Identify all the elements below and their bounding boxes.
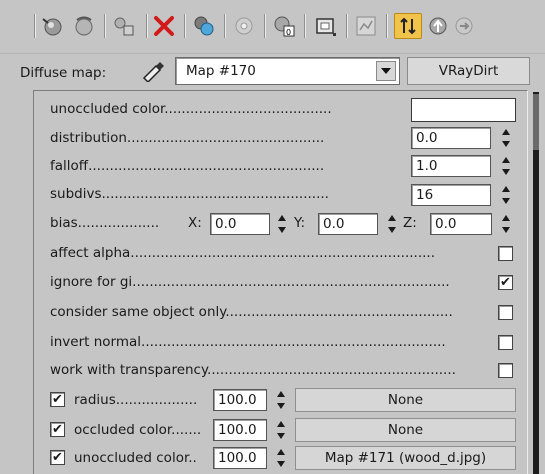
- unoccluded-color-map-label: unoccluded color..: [74, 450, 197, 466]
- svg-text:0: 0: [286, 28, 291, 37]
- work-with-transparency-row: work with transparency..................…: [50, 358, 490, 382]
- falloff-label: falloff.................................…: [50, 158, 325, 174]
- work-with-transparency-label: work with transparency..................…: [50, 362, 456, 378]
- map-type-label: VRayDirt: [438, 63, 499, 79]
- show-map-in-viewport-icon[interactable]: [394, 13, 422, 39]
- bias-row: bias................... X:: [50, 211, 215, 235]
- distribution-spinner[interactable]: [500, 127, 512, 149]
- affect-alpha-label: affect alpha............................…: [50, 245, 435, 261]
- show-end-result-icon[interactable]: [354, 14, 378, 38]
- toolbar-separator: [386, 14, 388, 38]
- occluded-color-map-label: None: [387, 422, 424, 438]
- bias-z-field[interactable]: 0.0: [430, 213, 492, 235]
- subdivs-row: subdivs.................................…: [50, 182, 410, 206]
- material-effects-channel-icon[interactable]: 0: [272, 14, 296, 38]
- delete-icon[interactable]: [152, 14, 176, 38]
- radius-checkbox[interactable]: ✔: [50, 392, 65, 407]
- eyedropper-icon[interactable]: [140, 56, 166, 84]
- toolbar-separator: [264, 14, 266, 38]
- bias-z-spinner[interactable]: [500, 213, 512, 235]
- toolbar-separator: [224, 14, 226, 38]
- radius-field[interactable]: 100.0: [213, 389, 267, 411]
- chevron-down-icon[interactable]: [376, 61, 396, 81]
- diffuse-map-dropdown[interactable]: Map #170: [175, 57, 400, 85]
- falloff-row: falloff.................................…: [50, 154, 410, 178]
- unoccluded-color-field[interactable]: 100.0: [213, 447, 267, 469]
- invert-normal-checkbox[interactable]: [498, 335, 513, 350]
- unoccluded-color-spinner[interactable]: [275, 447, 287, 469]
- bias-x-field[interactable]: 0.0: [210, 213, 270, 235]
- bias-y-spinner[interactable]: [386, 213, 398, 235]
- go-to-parent-icon[interactable]: [426, 14, 450, 38]
- affect-alpha-row: affect alpha............................…: [50, 241, 490, 265]
- unoccluded-color-row: unoccluded color........................…: [50, 97, 410, 121]
- invert-normal-label: invert normal...........................…: [50, 334, 446, 350]
- assign-material-icon[interactable]: [112, 14, 136, 38]
- invert-normal-row: invert normal...........................…: [50, 330, 490, 354]
- material-editor-toolbar: 0: [0, 0, 545, 54]
- consider-same-object-checkbox[interactable]: [498, 305, 513, 320]
- subdivs-spinner[interactable]: [500, 184, 512, 206]
- occluded-color-checkbox[interactable]: ✔: [50, 422, 65, 437]
- occluded-color-field[interactable]: 100.0: [213, 419, 267, 441]
- affect-alpha-checkbox[interactable]: [498, 246, 513, 261]
- bias-y-field[interactable]: 0.0: [318, 213, 378, 235]
- radius-spinner[interactable]: [275, 389, 287, 411]
- toolbar-separator: [304, 14, 306, 38]
- occluded-color-spinner[interactable]: [275, 419, 287, 441]
- unoccluded-color-map-button[interactable]: Map #171 (wood_d.jpg): [295, 446, 516, 470]
- work-with-transparency-checkbox[interactable]: [498, 363, 513, 378]
- bias-x-spinner[interactable]: [276, 213, 288, 235]
- toolbar-separator: [146, 14, 148, 38]
- occluded-color-label: occluded color.......: [74, 422, 202, 438]
- diffuse-map-label: Diffuse map:: [20, 65, 107, 81]
- diffuse-map-name: Map #170: [186, 63, 256, 79]
- put-to-scene-icon[interactable]: [72, 14, 96, 38]
- unoccluded-color-map-name: Map #171 (wood_d.jpg): [324, 450, 487, 466]
- ignore-for-gi-label: ignore for gi...........................…: [50, 274, 450, 290]
- unoccluded-color-swatch[interactable]: [411, 98, 516, 122]
- consider-same-object-label: consider same object only...............…: [50, 304, 453, 320]
- map-type-button[interactable]: VRayDirt: [407, 57, 530, 85]
- falloff-spinner[interactable]: [500, 155, 512, 177]
- consider-same-object-row: consider same object only...............…: [50, 300, 490, 324]
- bias-z-label: Z:: [403, 215, 417, 231]
- occluded-color-map-button[interactable]: None: [295, 418, 516, 442]
- toolbar-separator: [104, 14, 106, 38]
- put-to-library-icon[interactable]: [232, 14, 256, 38]
- ignore-for-gi-row: ignore for gi...........................…: [50, 270, 490, 294]
- distribution-label: distribution............................…: [50, 130, 325, 146]
- make-unique-icon[interactable]: [192, 14, 216, 38]
- distribution-row: distribution............................…: [50, 126, 410, 150]
- unoccluded-color-checkbox[interactable]: ✔: [50, 450, 65, 465]
- toolbar-separator: [184, 14, 186, 38]
- bias-label: bias...................: [50, 215, 160, 231]
- radius-label: radius...................: [74, 392, 198, 408]
- get-material-icon[interactable]: [40, 14, 64, 38]
- falloff-field[interactable]: 1.0: [411, 155, 491, 177]
- bias-y-label: Y:: [294, 215, 306, 231]
- go-forward-icon[interactable]: [452, 14, 476, 38]
- toolbar-separator: [34, 14, 36, 38]
- bias-x-label: X:: [188, 215, 202, 231]
- distribution-field[interactable]: 0.0: [411, 127, 491, 149]
- unoccluded-color-label: unoccluded color........................…: [50, 101, 332, 117]
- radius-map-button[interactable]: None: [295, 388, 516, 412]
- radius-map-label: None: [387, 392, 424, 408]
- subdivs-label: subdivs.................................…: [50, 186, 329, 202]
- ignore-for-gi-checkbox[interactable]: ✔: [498, 275, 513, 290]
- toolbar-separator: [346, 14, 348, 38]
- subdivs-field[interactable]: 16: [411, 184, 491, 206]
- show-in-viewport-icon[interactable]: [314, 14, 338, 38]
- scrollbar-thumb[interactable]: [533, 94, 539, 150]
